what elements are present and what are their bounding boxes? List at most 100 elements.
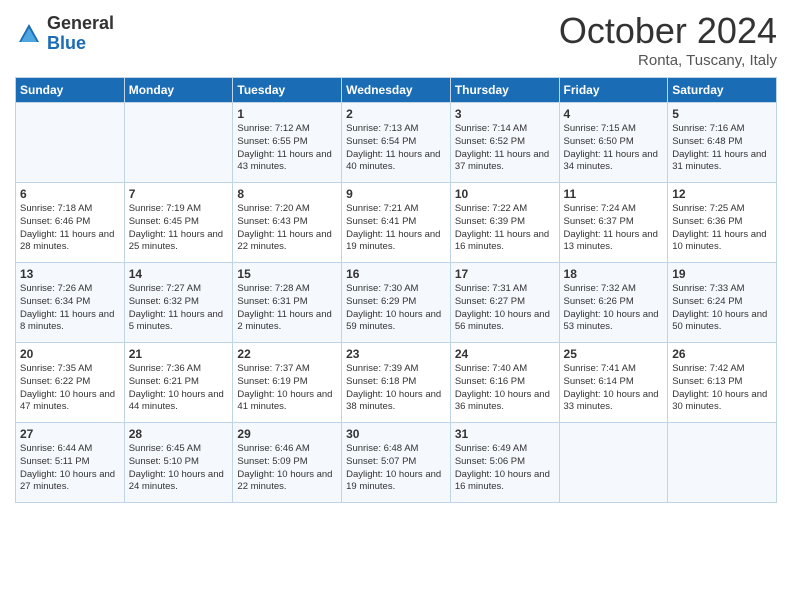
calendar-week-row: 20Sunrise: 7:35 AMSunset: 6:22 PMDayligh…: [16, 343, 777, 423]
day-number: 3: [455, 107, 555, 121]
day-number: 18: [564, 267, 664, 281]
day-number: 27: [20, 427, 120, 441]
table-row: 14 Sunrise: 7:27 AMSunset: 6:32 PMDayligh…: [124, 263, 233, 343]
day-number: 19: [672, 267, 772, 281]
calendar-week-row: 27 Sunrise: 6:44 AMSunset: 5:11 PMDayligh…: [16, 423, 777, 503]
table-row: 21 Sunrise: 7:36 AMSunset: 6:21 PMDayligh…: [124, 343, 233, 423]
table-row: 11Sunrise: 7:24 AMSunset: 6:37 PMDayligh…: [559, 183, 668, 263]
day-number: 22: [237, 347, 337, 361]
day-number: 10: [455, 187, 555, 201]
day-number: 28: [129, 427, 229, 441]
table-row: 19Sunrise: 7:33 AMSunset: 6:24 PMDayligh…: [668, 263, 777, 343]
calendar-week-row: 1 Sunrise: 7:12 AMSunset: 6:55 PMDaylight…: [16, 103, 777, 183]
day-number: 20: [20, 347, 120, 361]
day-info: Sunrise: 6:45 AMSunset: 5:10 PMDaylight:…: [129, 443, 229, 494]
table-row: [668, 423, 777, 503]
table-row: 15Sunrise: 7:28 AMSunset: 6:31 PMDayligh…: [233, 263, 342, 343]
header-monday: Monday: [124, 78, 233, 103]
title-block: October 2024 Ronta, Tuscany, Italy: [559, 10, 777, 69]
day-info: Sunrise: 7:40 AMSunset: 6:16 PMDaylight:…: [455, 363, 555, 414]
day-info: Sunrise: 7:21 AMSunset: 6:41 PMDaylight:…: [346, 203, 446, 254]
day-info: Sunrise: 6:46 AMSunset: 5:09 PMDaylight:…: [237, 443, 337, 494]
day-info: Sunrise: 7:12 AMSunset: 6:55 PMDaylight:…: [237, 123, 337, 174]
calendar-container: General Blue October 2024 Ronta, Tuscany…: [0, 0, 792, 518]
header-friday: Friday: [559, 78, 668, 103]
day-number: 1: [237, 107, 337, 121]
day-number: 26: [672, 347, 772, 361]
day-info: Sunrise: 7:16 AMSunset: 6:48 PMDaylight:…: [672, 123, 772, 174]
day-number: 8: [237, 187, 337, 201]
day-info: Sunrise: 7:26 AMSunset: 6:34 PMDaylight:…: [20, 283, 120, 334]
day-info: Sunrise: 7:18 AMSunset: 6:46 PMDaylight:…: [20, 203, 120, 254]
day-number: 5: [672, 107, 772, 121]
day-number: 17: [455, 267, 555, 281]
table-row: 3 Sunrise: 7:14 AMSunset: 6:52 PMDaylight…: [450, 103, 559, 183]
table-row: 10 Sunrise: 7:22 AMSunset: 6:39 PMDayligh…: [450, 183, 559, 263]
day-info: Sunrise: 7:14 AMSunset: 6:52 PMDaylight:…: [455, 123, 555, 174]
table-row: 5 Sunrise: 7:16 AMSunset: 6:48 PMDaylight…: [668, 103, 777, 183]
logo-icon: [15, 20, 43, 48]
day-number: 24: [455, 347, 555, 361]
day-info: Sunrise: 6:48 AMSunset: 5:07 PMDaylight:…: [346, 443, 446, 494]
table-row: 18 Sunrise: 7:32 AMSunset: 6:26 PMDayligh…: [559, 263, 668, 343]
day-number: 23: [346, 347, 446, 361]
logo-general-text: General: [47, 14, 114, 34]
day-number: 30: [346, 427, 446, 441]
calendar-week-row: 13 Sunrise: 7:26 AMSunset: 6:34 PMDayligh…: [16, 263, 777, 343]
weekday-header-row: Sunday Monday Tuesday Wednesday Thursday…: [16, 78, 777, 103]
day-info: Sunrise: 7:39 AMSunset: 6:18 PMDaylight:…: [346, 363, 446, 414]
header: General Blue October 2024 Ronta, Tuscany…: [15, 10, 777, 69]
day-info: Sunrise: 7:24 AMSunset: 6:37 PMDaylight:…: [564, 203, 664, 254]
day-info: Sunrise: 7:19 AMSunset: 6:45 PMDaylight:…: [129, 203, 229, 254]
logo: General Blue: [15, 14, 114, 54]
table-row: [16, 103, 125, 183]
table-row: 20Sunrise: 7:35 AMSunset: 6:22 PMDayligh…: [16, 343, 125, 423]
table-row: 31Sunrise: 6:49 AMSunset: 5:06 PMDayligh…: [450, 423, 559, 503]
table-row: 28 Sunrise: 6:45 AMSunset: 5:10 PMDayligh…: [124, 423, 233, 503]
header-saturday: Saturday: [668, 78, 777, 103]
header-sunday: Sunday: [16, 78, 125, 103]
day-number: 2: [346, 107, 446, 121]
day-number: 7: [129, 187, 229, 201]
day-number: 12: [672, 187, 772, 201]
table-row: 9Sunrise: 7:21 AMSunset: 6:41 PMDaylight…: [342, 183, 451, 263]
logo-text: General Blue: [47, 14, 114, 54]
day-info: Sunrise: 6:44 AMSunset: 5:11 PMDaylight:…: [20, 443, 120, 494]
day-number: 21: [129, 347, 229, 361]
day-number: 4: [564, 107, 664, 121]
calendar-week-row: 6 Sunrise: 7:18 AMSunset: 6:46 PMDaylight…: [16, 183, 777, 263]
day-number: 29: [237, 427, 337, 441]
day-info: Sunrise: 7:36 AMSunset: 6:21 PMDaylight:…: [129, 363, 229, 414]
day-info: Sunrise: 7:30 AMSunset: 6:29 PMDaylight:…: [346, 283, 446, 334]
day-number: 13: [20, 267, 120, 281]
day-info: Sunrise: 7:25 AMSunset: 6:36 PMDaylight:…: [672, 203, 772, 254]
header-wednesday: Wednesday: [342, 78, 451, 103]
day-info: Sunrise: 7:31 AMSunset: 6:27 PMDaylight:…: [455, 283, 555, 334]
day-info: Sunrise: 7:32 AMSunset: 6:26 PMDaylight:…: [564, 283, 664, 334]
table-row: 6 Sunrise: 7:18 AMSunset: 6:46 PMDaylight…: [16, 183, 125, 263]
day-number: 6: [20, 187, 120, 201]
table-row: 23 Sunrise: 7:39 AMSunset: 6:18 PMDayligh…: [342, 343, 451, 423]
table-row: 29 Sunrise: 6:46 AMSunset: 5:09 PMDayligh…: [233, 423, 342, 503]
table-row: 26Sunrise: 7:42 AMSunset: 6:13 PMDayligh…: [668, 343, 777, 423]
table-row: 13 Sunrise: 7:26 AMSunset: 6:34 PMDayligh…: [16, 263, 125, 343]
day-number: 31: [455, 427, 555, 441]
day-info: Sunrise: 7:22 AMSunset: 6:39 PMDaylight:…: [455, 203, 555, 254]
table-row: 30 Sunrise: 6:48 AMSunset: 5:07 PMDayligh…: [342, 423, 451, 503]
day-info: Sunrise: 7:27 AMSunset: 6:32 PMDaylight:…: [129, 283, 229, 334]
month-title: October 2024: [559, 10, 777, 52]
day-number: 16: [346, 267, 446, 281]
table-row: 24 Sunrise: 7:40 AMSunset: 6:16 PMDayligh…: [450, 343, 559, 423]
day-number: 25: [564, 347, 664, 361]
day-number: 14: [129, 267, 229, 281]
day-number: 15: [237, 267, 337, 281]
table-row: 16 Sunrise: 7:30 AMSunset: 6:29 PMDayligh…: [342, 263, 451, 343]
table-row: 7 Sunrise: 7:19 AMSunset: 6:45 PMDaylight…: [124, 183, 233, 263]
table-row: 2Sunrise: 7:13 AMSunset: 6:54 PMDaylight…: [342, 103, 451, 183]
table-row: 1 Sunrise: 7:12 AMSunset: 6:55 PMDaylight…: [233, 103, 342, 183]
day-info: Sunrise: 7:37 AMSunset: 6:19 PMDaylight:…: [237, 363, 337, 414]
location: Ronta, Tuscany, Italy: [559, 52, 777, 69]
table-row: 25Sunrise: 7:41 AMSunset: 6:14 PMDayligh…: [559, 343, 668, 423]
table-row: 17 Sunrise: 7:31 AMSunset: 6:27 PMDayligh…: [450, 263, 559, 343]
table-row: 22 Sunrise: 7:37 AMSunset: 6:19 PMDayligh…: [233, 343, 342, 423]
